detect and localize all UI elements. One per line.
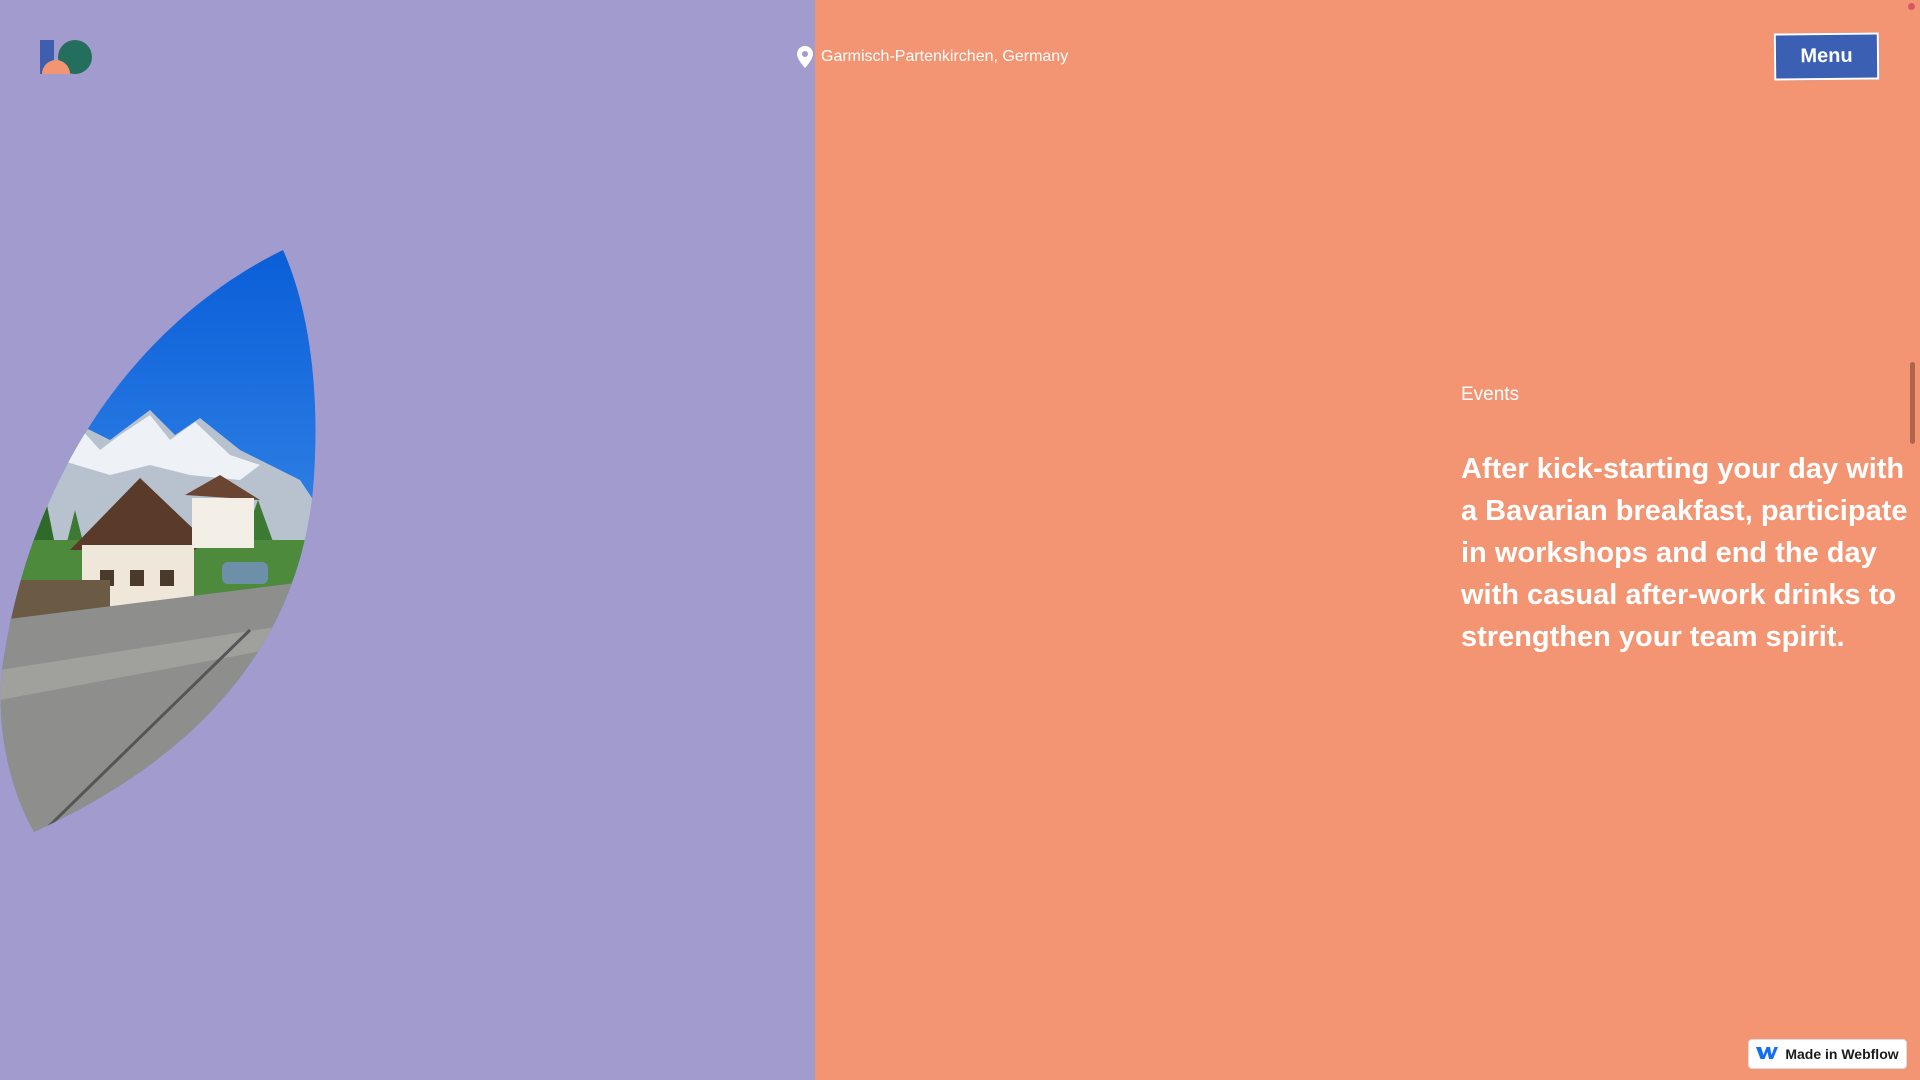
corner-dot	[1908, 3, 1915, 10]
brand-logo-icon[interactable]	[38, 38, 94, 78]
page: Garmisch-Partenkirchen, Germany Menu Eve…	[0, 0, 1920, 1080]
location-text: Garmisch-Partenkirchen, Germany	[821, 48, 1069, 65]
menu-button[interactable]: Menu	[1773, 32, 1880, 81]
headline: After kick-starting your day with a Bava…	[1461, 453, 1908, 653]
badge-label: Made in Webflow	[1785, 1046, 1899, 1062]
alpine-village-photo	[0, 250, 320, 835]
location: Garmisch-Partenkirchen, Germany	[797, 46, 1068, 68]
scrollbar-thumb[interactable]	[1910, 362, 1915, 444]
made-in-webflow-badge[interactable]: Made in Webflow	[1748, 1039, 1907, 1069]
webflow-logo-icon	[1756, 1046, 1779, 1063]
map-pin-icon	[797, 46, 813, 68]
section-label: Events	[1461, 384, 1520, 405]
